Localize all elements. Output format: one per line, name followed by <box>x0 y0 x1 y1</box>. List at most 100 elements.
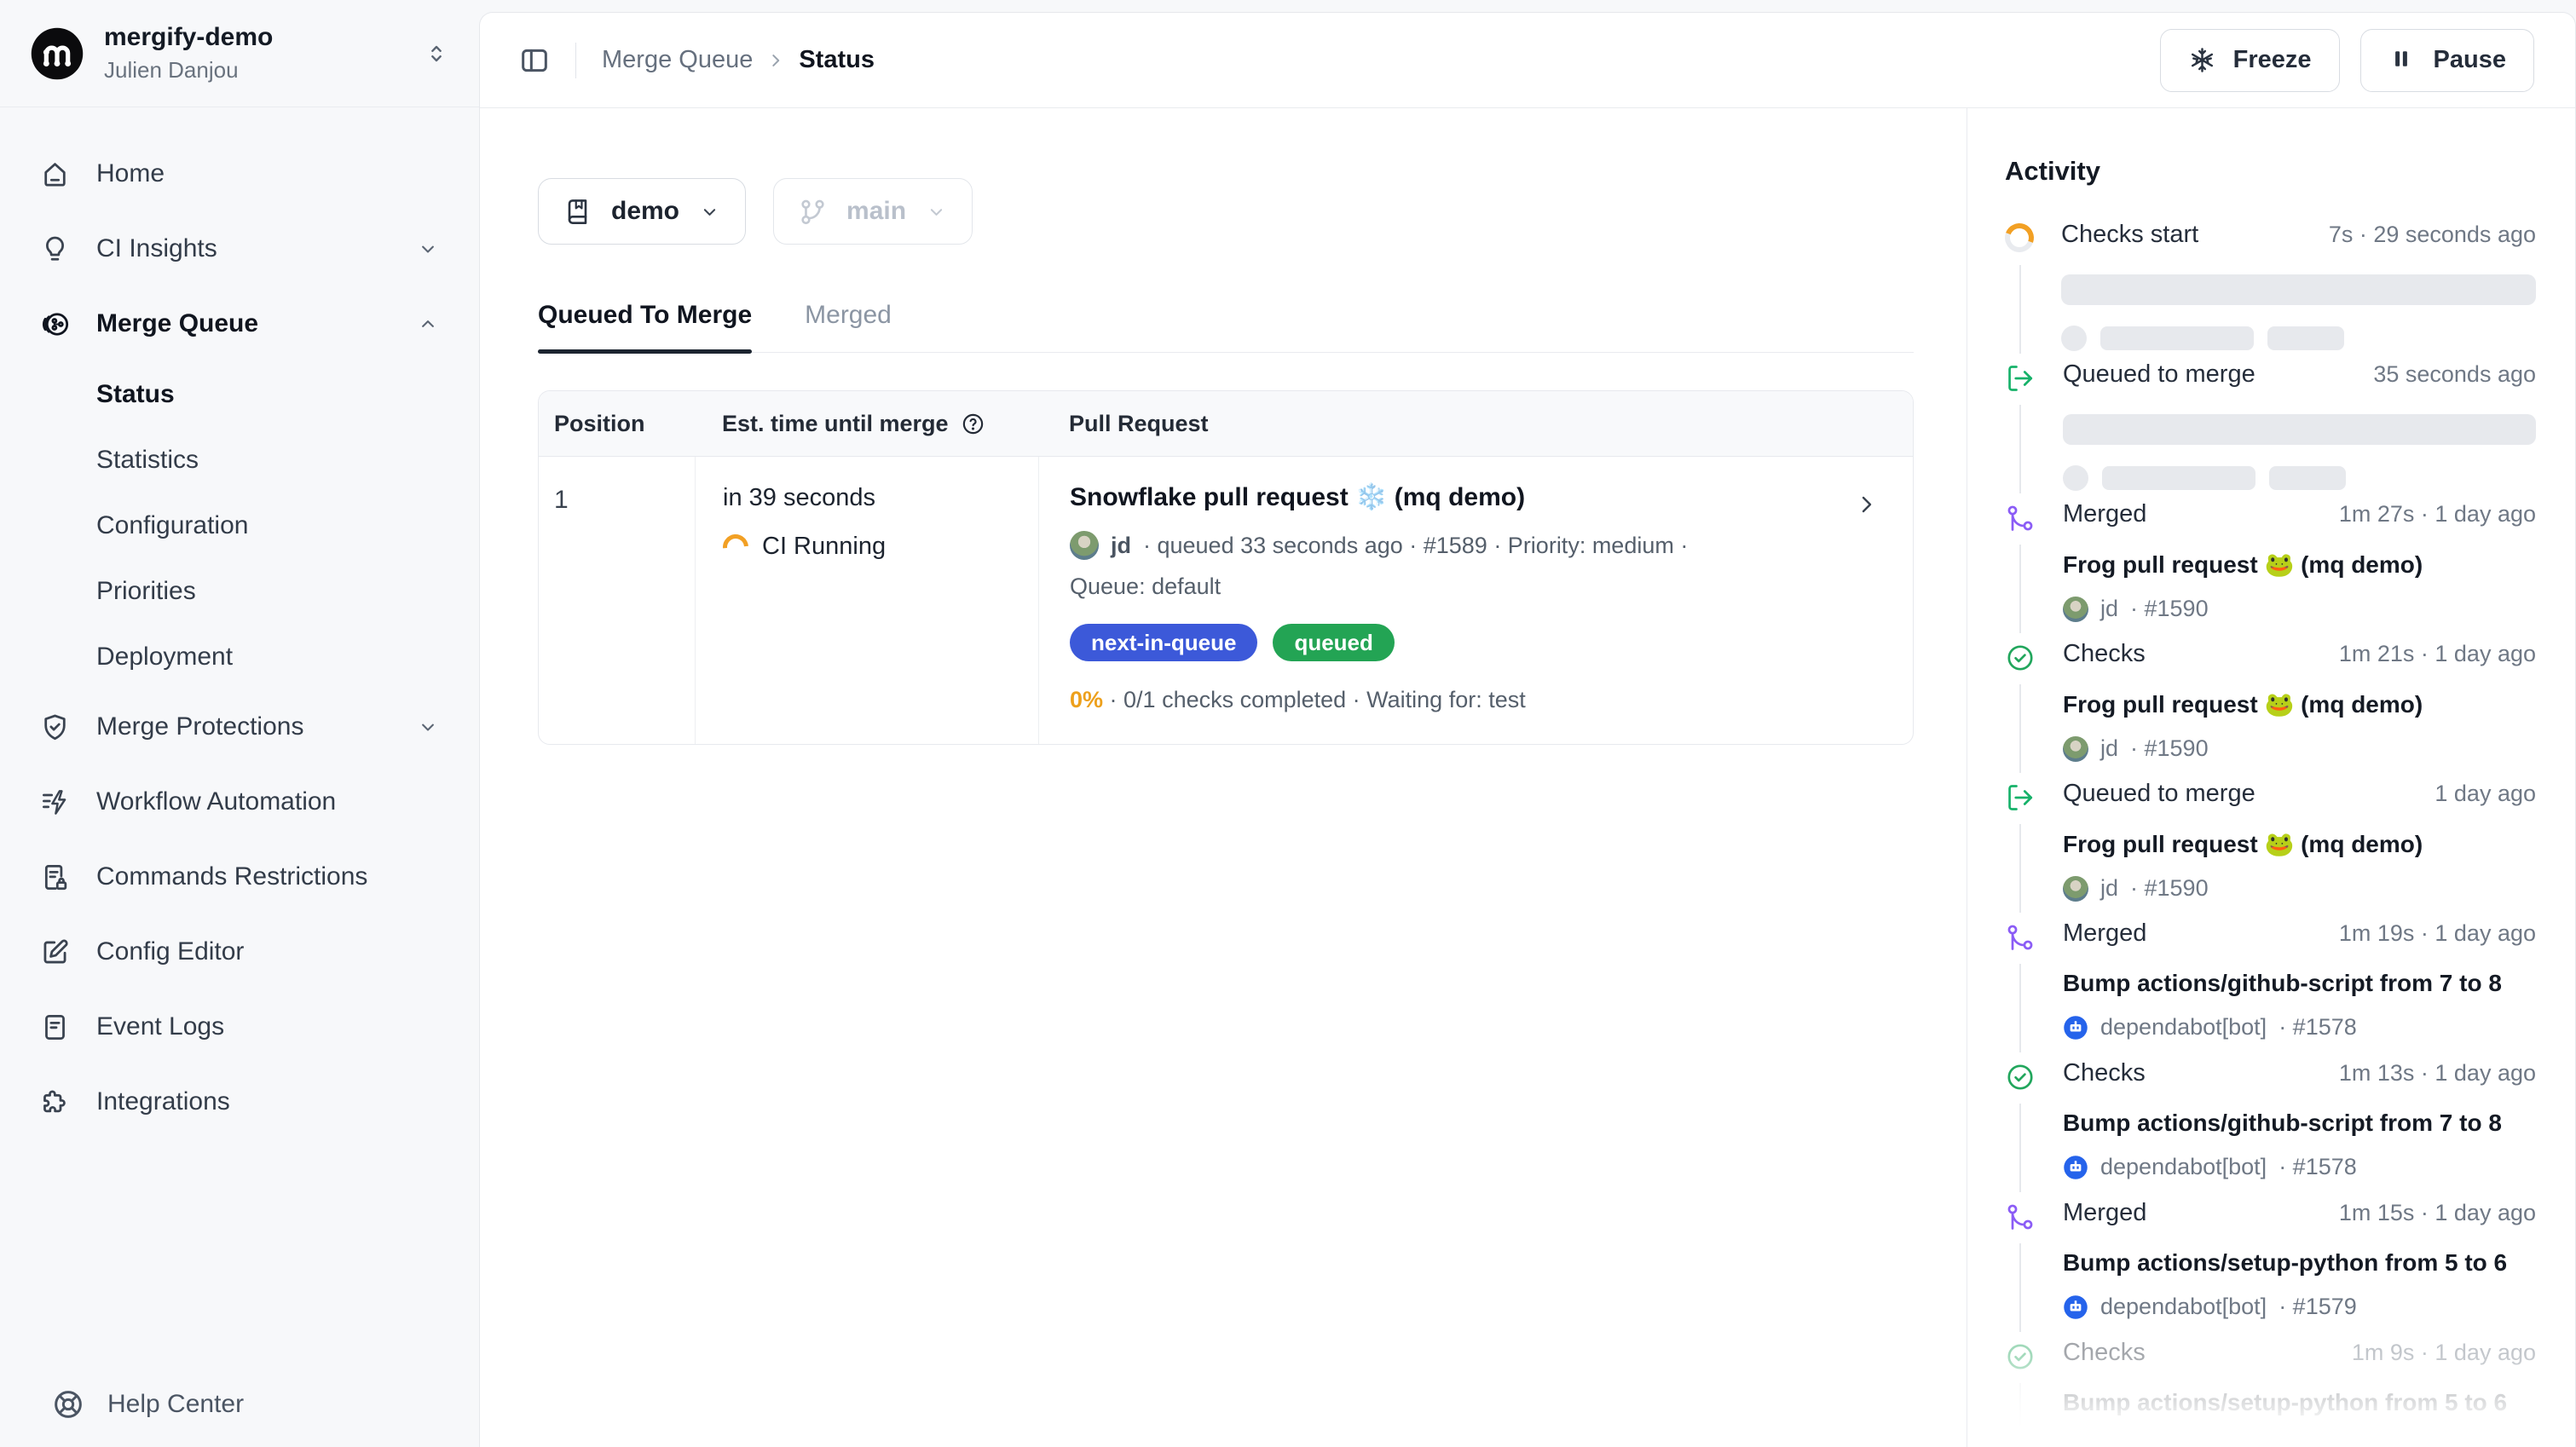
git-merge-icon <box>2005 922 2036 953</box>
snowflake-icon <box>2188 46 2216 74</box>
activity-pr-link[interactable]: Frog pull request 🐸 (mq demo) <box>2063 830 2536 858</box>
sidebar-item-event-logs[interactable]: Event Logs <box>22 989 457 1064</box>
chevrons-up-down-icon <box>423 40 450 67</box>
filters: demo main <box>538 178 1914 245</box>
pr-meta-text: · queued 33 seconds ago · #1589 · Priori… <box>1143 533 1688 559</box>
row-pull-request: Snowflake pull request ❄️ (mq demo) jd ·… <box>1038 457 1913 744</box>
avatar <box>2063 876 2088 902</box>
sidebar-item-config-editor[interactable]: Config Editor <box>22 914 457 989</box>
tab-merged[interactable]: Merged <box>805 301 892 352</box>
branch-select[interactable]: main <box>773 178 973 245</box>
org-switcher[interactable]: mergify-demo Julien Danjou <box>0 0 479 107</box>
sidebar: mergify-demo Julien Danjou Home CI Insig… <box>0 0 479 1447</box>
topbar: Merge Queue Status Freeze Pause <box>480 13 2575 108</box>
chevron-down-icon <box>925 200 948 223</box>
breadcrumb-merge-queue[interactable]: Merge Queue <box>602 46 753 74</box>
activity-item: Merged1m 15s · 1 day ago Bump actions/se… <box>2005 1199 2536 1339</box>
skeleton-bar <box>2102 466 2255 490</box>
sidebar-subitem-priorities[interactable]: Priorities <box>22 558 457 624</box>
activity-pr-link[interactable]: Bump actions/setup-python from 5 to 6 <box>2063 1249 2536 1277</box>
activity-item: Checks1m 21s · 1 day ago Frog pull reque… <box>2005 640 2536 780</box>
badge-queued: queued <box>1273 624 1394 661</box>
help-center-link[interactable]: Help Center <box>51 1387 244 1421</box>
sidebar-subitem-configuration[interactable]: Configuration <box>22 493 457 558</box>
sidebar-subitem-deployment[interactable]: Deployment <box>22 624 457 689</box>
breadcrumb-status: Status <box>799 46 875 74</box>
activity-pr-link[interactable]: Bump actions/github-script from 7 to 8 <box>2063 1110 2536 1137</box>
activity-pr-link[interactable]: Frog pull request 🐸 (mq demo) <box>2063 690 2536 718</box>
column-pull-request: Pull Request <box>1038 411 1913 437</box>
sidebar-item-home[interactable]: Home <box>22 136 457 211</box>
activity-item: Merged1m 27s · 1 day ago Frog pull reque… <box>2005 500 2536 640</box>
skeleton-bar <box>2063 414 2536 445</box>
freeze-button[interactable]: Freeze <box>2160 29 2340 92</box>
queue-content: demo main Queued To Merge Merged Positio… <box>480 108 1967 1447</box>
queued-to-merge-icon <box>2005 363 2036 394</box>
activity-item: Checks start7s · 29 seconds ago <box>2005 221 2536 360</box>
skeleton-bar <box>2100 326 2254 350</box>
sidebar-item-integrations[interactable]: Integrations <box>22 1064 457 1139</box>
activity-item: Queued to merge35 seconds ago <box>2005 360 2536 500</box>
row-est-time: in 39 seconds CI Running <box>695 457 1038 744</box>
sidebar-item-ci-insights[interactable]: CI Insights <box>22 211 457 286</box>
shield-check-icon <box>39 712 71 743</box>
git-merge-icon <box>2005 503 2036 533</box>
activity-item: Queued to merge1 day ago Frog pull reque… <box>2005 780 2536 920</box>
pr-author: jd <box>1111 533 1131 559</box>
ci-spinner-icon <box>718 528 754 564</box>
queued-to-merge-icon <box>2005 782 2036 813</box>
lightbulb-icon <box>39 233 71 265</box>
chevron-down-icon <box>416 237 440 261</box>
row-chevron-right-icon[interactable] <box>1853 491 1880 518</box>
org-name: mergify-demo <box>104 23 423 52</box>
help-circle-icon[interactable] <box>961 412 985 436</box>
activity-pr-link[interactable]: Bump actions/github-script from 7 to 8 <box>2063 970 2536 997</box>
pr-title[interactable]: Snowflake pull request ❄️ (mq demo) <box>1070 482 1836 512</box>
skeleton-dot <box>2063 465 2088 491</box>
queue-table: Position Est. time until merge Pull Requ… <box>538 390 1914 745</box>
avatar <box>2063 597 2088 622</box>
life-buoy-icon <box>51 1387 85 1421</box>
column-est-time: Est. time until merge <box>695 411 1038 437</box>
pause-icon <box>2388 46 2417 74</box>
sidebar-toggle-button[interactable] <box>516 42 553 79</box>
divider <box>575 43 576 78</box>
skeleton-bar <box>2061 274 2536 305</box>
queue-row[interactable]: 1 in 39 seconds CI Running Snowflake pul… <box>539 457 1913 744</box>
avatar <box>1070 531 1099 560</box>
skeleton-bar <box>2269 466 2346 490</box>
repo-book-icon <box>563 197 592 227</box>
sidebar-menu: Home CI Insights Merge Queue Status Stat… <box>0 107 479 1139</box>
row-position: 1 <box>539 457 695 744</box>
dependabot-icon <box>2063 1434 2088 1447</box>
skeleton-bar <box>2267 326 2344 350</box>
check-circle-icon <box>2005 643 2036 673</box>
workflow-bolt-icon <box>39 787 71 818</box>
tab-queued-to-merge[interactable]: Queued To Merge <box>538 301 752 352</box>
skeleton-dot <box>2061 326 2087 351</box>
column-position: Position <box>539 411 695 437</box>
pr-queue-line: Queue: default <box>1070 574 1836 600</box>
git-branch-icon <box>798 197 828 227</box>
sidebar-subitem-status[interactable]: Status <box>22 361 457 427</box>
edit-square-icon <box>39 937 71 968</box>
avatar <box>2063 736 2088 762</box>
sidebar-item-merge-protections[interactable]: Merge Protections <box>22 689 457 764</box>
file-lock-icon <box>39 862 71 893</box>
activity-pr-link[interactable]: Bump actions/setup-python from 5 to 6 <box>2063 1389 2536 1416</box>
table-header: Position Est. time until merge Pull Requ… <box>539 391 1913 457</box>
sidebar-item-merge-queue[interactable]: Merge Queue <box>22 286 457 361</box>
pause-button[interactable]: Pause <box>2360 29 2534 92</box>
sidebar-subitem-statistics[interactable]: Statistics <box>22 427 457 493</box>
sidebar-item-workflow-automation[interactable]: Workflow Automation <box>22 764 457 839</box>
dependabot-icon <box>2063 1015 2088 1041</box>
sidebar-item-commands-restrictions[interactable]: Commands Restrictions <box>22 839 457 914</box>
chevron-right-icon <box>765 49 787 72</box>
activity-pr-link[interactable]: Frog pull request 🐸 (mq demo) <box>2063 551 2536 579</box>
activity-item: Checks1m 13s · 1 day ago Bump actions/gi… <box>2005 1059 2536 1199</box>
spinner-icon <box>2000 218 2038 257</box>
dependabot-icon <box>2063 1294 2088 1320</box>
pr-checks-line: 0% · 0/1 checks completed · Waiting for:… <box>1070 687 1836 713</box>
repository-select[interactable]: demo <box>538 178 746 245</box>
mergify-logo <box>29 26 85 82</box>
